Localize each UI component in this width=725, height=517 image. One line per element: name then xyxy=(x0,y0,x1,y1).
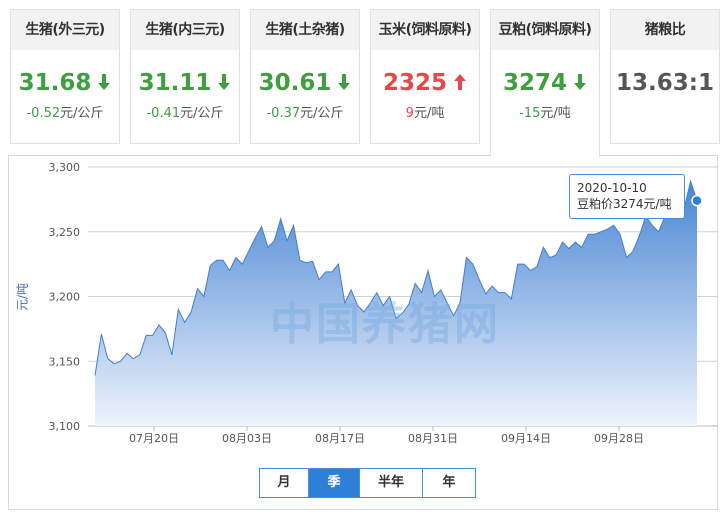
tab-3[interactable]: 年 xyxy=(422,469,475,497)
card-price-value: 3274 xyxy=(502,70,567,96)
tab-0[interactable]: 月 xyxy=(260,469,308,497)
card-change-unit: 元/吨 xyxy=(540,106,571,121)
x-tick-label: 08月03日 xyxy=(222,432,272,445)
tab-2[interactable]: 半年 xyxy=(359,469,422,497)
y-tick-label: 3,250 xyxy=(49,226,81,239)
chart-tooltip: 2020-10-10 豆粕价3274元/吨 xyxy=(569,174,685,219)
price-chart: 3,100 3,150 3,200 3,250 3,300 07月20日 08月03日 08… xyxy=(49,161,718,445)
y-tick-label: 3,150 xyxy=(49,355,81,368)
card-change: -15元/吨 xyxy=(491,102,599,121)
card-title: 豆粕(饲料原料) xyxy=(491,10,599,50)
x-tick-label: 09月14日 xyxy=(501,432,551,445)
x-tick-label: 08月31日 xyxy=(408,432,458,445)
period-tabs: 月季半年年 xyxy=(259,468,476,498)
tab-1[interactable]: 季 xyxy=(308,469,359,497)
y-tick-label: 3,300 xyxy=(49,161,81,174)
tooltip-value: 豆粕价3274元/吨 xyxy=(577,197,672,211)
x-tick-label: 08月17日 xyxy=(315,432,365,445)
watermark: 中国养猪网 xyxy=(270,299,500,350)
arrow-down-icon xyxy=(567,70,587,96)
card-change-value: -15 xyxy=(519,106,541,121)
y-tick-label: 3,200 xyxy=(49,291,81,304)
x-tick-label: 07月20日 xyxy=(129,432,179,445)
y-tick-label: 3,100 xyxy=(49,420,81,433)
tooltip-date: 2020-10-10 xyxy=(577,181,647,195)
card-price: 3274 xyxy=(491,70,599,96)
data-point[interactable] xyxy=(691,194,703,207)
y-axis-label: 元/吨 xyxy=(15,282,30,312)
x-tick-label: 09月28日 xyxy=(594,432,644,445)
price-card[interactable]: 豆粕(饲料原料) 3274 -15元/吨 xyxy=(490,9,600,157)
